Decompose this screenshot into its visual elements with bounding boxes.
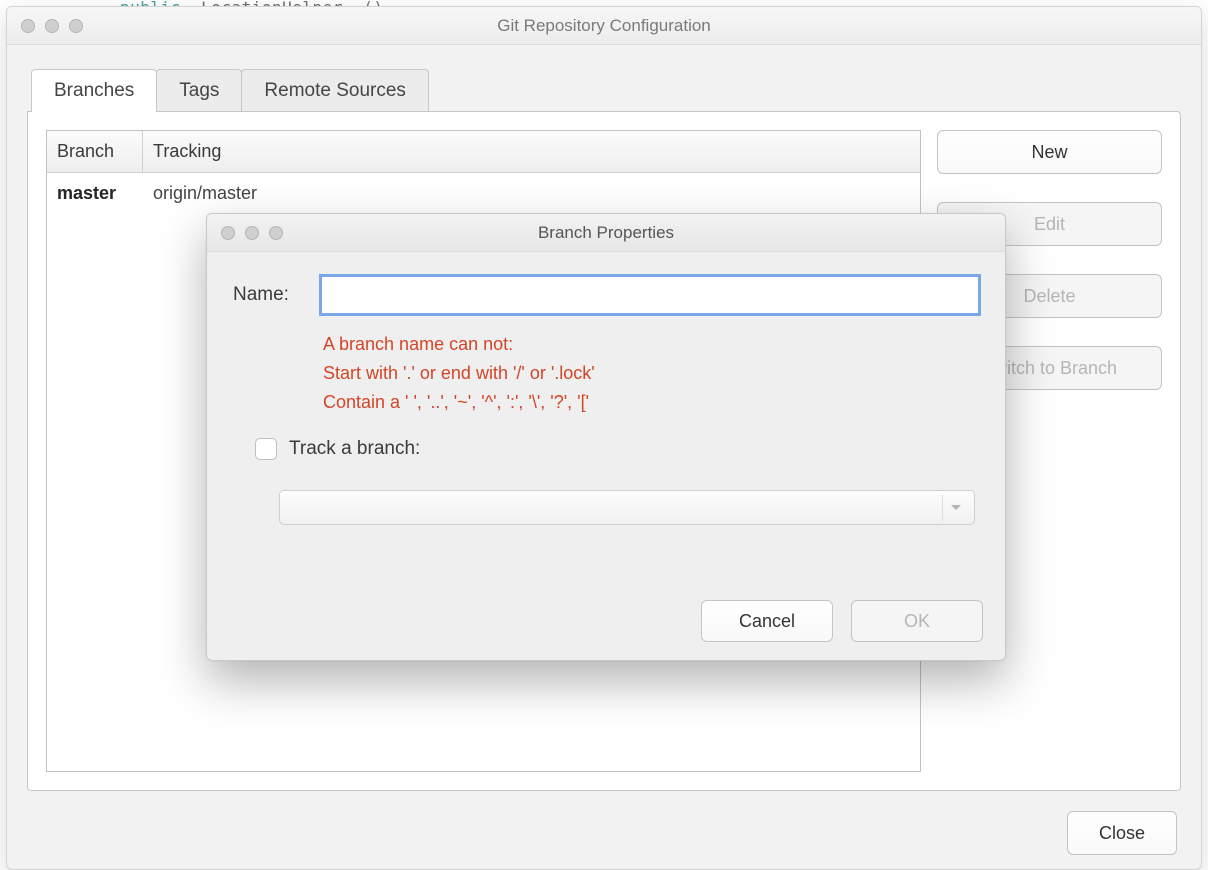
name-label: Name: bbox=[233, 284, 311, 306]
track-branch-dropdown[interactable] bbox=[279, 490, 975, 525]
new-button[interactable]: New bbox=[937, 130, 1162, 174]
table-row[interactable]: master origin/master bbox=[47, 173, 920, 214]
tab-remote-sources[interactable]: Remote Sources bbox=[241, 69, 429, 112]
branch-name-input[interactable] bbox=[321, 276, 979, 314]
modal-footer: Cancel OK bbox=[701, 600, 983, 642]
modal-body: Name: A branch name can not: Start with … bbox=[207, 252, 1005, 660]
validation-line: Start with '.' or end with '/' or '.lock… bbox=[323, 359, 979, 388]
tab-branches[interactable]: Branches bbox=[31, 69, 157, 112]
validation-line: Contain a ' ', '..', '~', '^', ':', '\',… bbox=[323, 388, 979, 417]
modal-titlebar: Branch Properties bbox=[207, 214, 1005, 252]
track-branch-label: Track a branch: bbox=[289, 438, 420, 460]
col-header-tracking: Tracking bbox=[143, 131, 920, 172]
cell-branch: master bbox=[47, 173, 143, 214]
branch-properties-dialog: Branch Properties Name: A branch name ca… bbox=[206, 213, 1006, 661]
parent-footer: Close bbox=[1067, 811, 1177, 855]
track-branch-row: Track a branch: bbox=[255, 438, 979, 460]
tab-tags[interactable]: Tags bbox=[156, 69, 242, 112]
col-header-branch: Branch bbox=[47, 131, 143, 172]
parent-title: Git Repository Configuration bbox=[7, 16, 1201, 36]
close-button[interactable]: Close bbox=[1067, 811, 1177, 855]
chevron-down-icon bbox=[942, 495, 968, 521]
modal-title: Branch Properties bbox=[207, 223, 1005, 243]
ok-button[interactable]: OK bbox=[851, 600, 983, 642]
name-row: Name: bbox=[233, 276, 979, 314]
parent-titlebar: Git Repository Configuration bbox=[7, 7, 1201, 45]
validation-line: A branch name can not: bbox=[323, 330, 979, 359]
cancel-button[interactable]: Cancel bbox=[701, 600, 833, 642]
tabstrip: Branches Tags Remote Sources bbox=[31, 67, 1181, 111]
validation-message: A branch name can not: Start with '.' or… bbox=[323, 330, 979, 416]
table-header-row: Branch Tracking bbox=[47, 131, 920, 173]
cell-tracking: origin/master bbox=[143, 173, 920, 214]
track-branch-checkbox[interactable] bbox=[255, 438, 277, 460]
